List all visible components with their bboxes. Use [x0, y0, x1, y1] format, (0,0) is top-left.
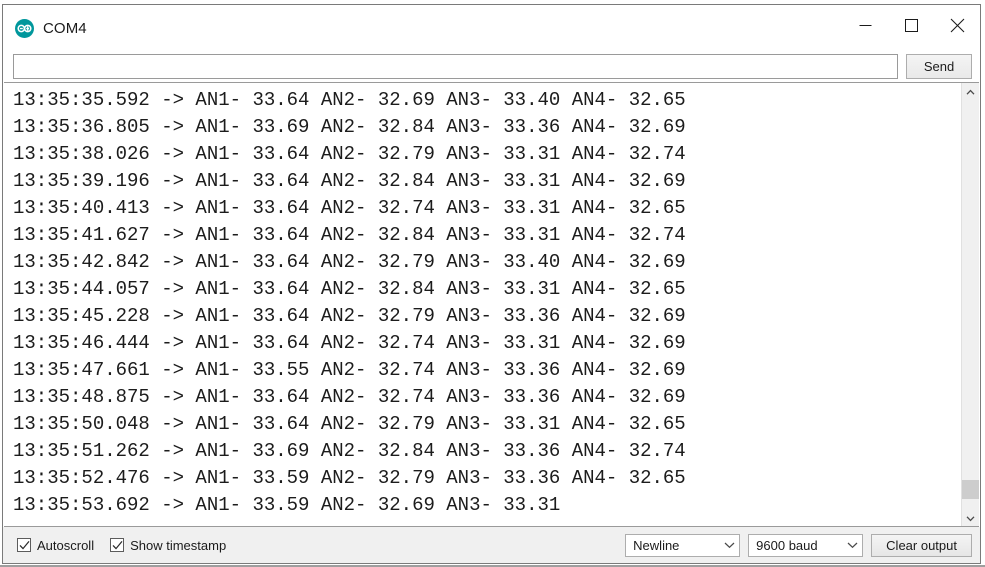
clear-output-button[interactable]: Clear output [871, 533, 972, 557]
minimize-button[interactable] [842, 5, 888, 51]
autoscroll-checkbox[interactable]: Autoscroll [17, 538, 94, 553]
console-line: 13:35:35.592 -> AN1- 33.64 AN2- 32.69 AN… [13, 89, 686, 111]
titlebar-left: COM4 [3, 18, 87, 38]
send-input[interactable] [13, 54, 898, 79]
show-timestamp-checkbox-box [110, 538, 125, 552]
window-controls [842, 5, 980, 51]
checkmark-icon [112, 540, 123, 550]
window-title: COM4 [43, 19, 87, 37]
console-line: 13:35:52.476 -> AN1- 33.59 AN2- 32.79 AN… [13, 467, 686, 489]
console-line: 13:35:42.842 -> AN1- 33.64 AN2- 32.79 AN… [13, 251, 686, 273]
console-line: 13:35:40.413 -> AN1- 33.64 AN2- 32.74 AN… [13, 197, 686, 219]
console-line: 13:35:46.444 -> AN1- 33.64 AN2- 32.74 AN… [13, 332, 686, 354]
console-line: 13:35:36.805 -> AN1- 33.69 AN2- 32.84 AN… [13, 116, 686, 138]
close-icon [950, 18, 965, 38]
titlebar: COM4 [3, 5, 980, 51]
chevron-down-icon [966, 509, 975, 527]
scroll-thumb[interactable] [962, 480, 979, 499]
chevron-down-icon [719, 541, 739, 549]
close-button[interactable] [934, 5, 980, 51]
baud-rate-value: 9600 baud [756, 537, 818, 553]
console-scrollbar[interactable] [961, 83, 979, 526]
console-line: 13:35:51.262 -> AN1- 33.69 AN2- 32.84 AN… [13, 440, 686, 462]
console-line: 13:35:48.875 -> AN1- 33.64 AN2- 32.74 AN… [13, 386, 686, 408]
autoscroll-checkbox-box [17, 538, 31, 552]
console-line: 13:35:45.228 -> AN1- 33.64 AN2- 32.79 AN… [13, 305, 686, 327]
line-ending-value: Newline [633, 537, 680, 553]
autoscroll-label: Autoscroll [37, 537, 95, 553]
console-line: 13:35:44.057 -> AN1- 33.64 AN2- 32.84 AN… [13, 278, 686, 300]
console-area: 13:35:35.592 -> AN1- 33.64 AN2- 32.69 AN… [4, 82, 979, 527]
scroll-down-button[interactable] [962, 509, 979, 526]
scroll-up-button[interactable] [962, 83, 979, 100]
serial-monitor-window: COM4 Send 13:35:35.592 -> AN1- 33.64 AN2… [0, 0, 985, 567]
scroll-track[interactable] [962, 100, 979, 509]
checkmark-icon [19, 540, 30, 550]
show-timestamp-checkbox[interactable]: Show timestamp [110, 538, 226, 553]
console-line: 13:35:47.661 -> AN1- 33.55 AN2- 32.74 AN… [13, 359, 686, 381]
status-bar: Autoscroll Show timestamp Newline 9600 b… [3, 527, 980, 563]
console-line: 13:35:41.627 -> AN1- 33.64 AN2- 32.84 AN… [13, 224, 686, 246]
line-ending-select[interactable]: Newline [625, 533, 741, 557]
arduino-logo-icon [15, 18, 34, 38]
chevron-down-icon [842, 541, 862, 549]
console-line: 13:35:39.196 -> AN1- 33.64 AN2- 32.84 AN… [13, 170, 686, 192]
console-line: 13:35:50.048 -> AN1- 33.64 AN2- 32.79 AN… [13, 413, 686, 435]
window-frame: COM4 Send 13:35:35.592 -> AN1- 33.64 AN2… [2, 4, 981, 564]
send-button[interactable]: Send [906, 54, 972, 79]
send-bar: Send [3, 51, 980, 82]
console-line: 13:35:53.692 -> AN1- 33.59 AN2- 32.69 AN… [13, 494, 561, 516]
console-line: 13:35:38.026 -> AN1- 33.64 AN2- 32.79 AN… [13, 143, 686, 165]
console-output[interactable]: 13:35:35.592 -> AN1- 33.64 AN2- 32.69 AN… [4, 83, 961, 526]
show-timestamp-label: Show timestamp [130, 537, 227, 553]
maximize-icon [904, 19, 918, 37]
minimize-icon [859, 19, 872, 37]
baud-rate-select[interactable]: 9600 baud [748, 533, 864, 557]
status-bar-left: Autoscroll Show timestamp [17, 538, 226, 553]
maximize-button[interactable] [888, 5, 934, 51]
status-bar-right: Newline 9600 baud Clear output [625, 533, 972, 557]
chevron-up-icon [966, 83, 975, 101]
